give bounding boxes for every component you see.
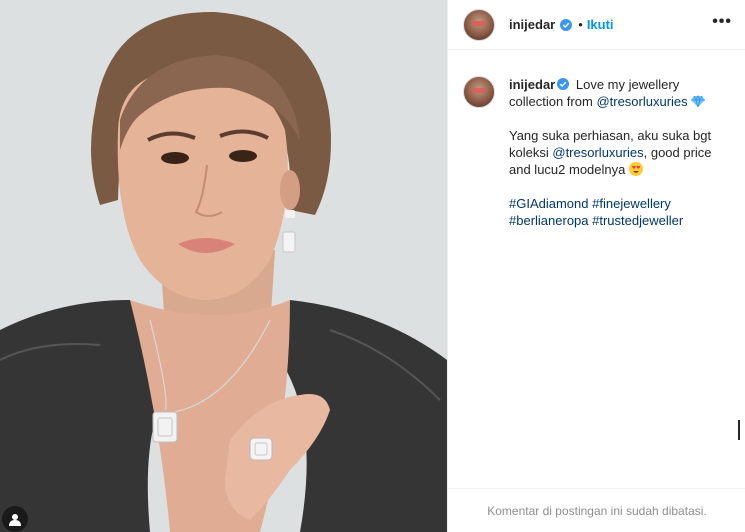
text-cursor	[738, 420, 740, 440]
mention-link[interactable]: @tresorluxuries	[552, 145, 643, 160]
caption-body: inijedar Love my jewellery collection fr…	[509, 76, 733, 246]
hashtag-link[interactable]: #berlianeropa	[509, 213, 589, 228]
hashtag-link[interactable]: #trustedjeweller	[592, 213, 683, 228]
header-separator: •	[578, 17, 583, 32]
hashtag-link[interactable]: #GIAdiamond	[509, 196, 589, 211]
gem-emoji-icon	[691, 95, 706, 108]
post-caption: inijedar Love my jewellery collection fr…	[463, 76, 733, 246]
caption-avatar[interactable]	[463, 76, 495, 108]
photo-badge[interactable]	[2, 506, 28, 532]
caption-hashtags: #GIAdiamond #finejewellery #berlianeropa…	[509, 195, 733, 229]
mention-link[interactable]: @tresorluxuries	[596, 94, 687, 109]
verified-badge-icon	[557, 78, 570, 90]
author-username[interactable]: inijedar	[509, 17, 555, 32]
comments-disabled-text: Komentar di postingan ini sudah dibatasi…	[487, 503, 707, 518]
more-options-icon[interactable]: •••	[712, 14, 732, 30]
post-photo[interactable]	[0, 0, 447, 532]
user-tag-icon	[9, 514, 21, 526]
author-avatar[interactable]	[463, 8, 495, 41]
post-header: inijedar • Ikuti •••	[448, 0, 745, 50]
caption-username[interactable]: inijedar	[509, 77, 555, 92]
caption-paragraph-2: Yang suka perhiasan, aku suka bgt koleks…	[509, 127, 733, 178]
portrait-illustration	[0, 0, 447, 532]
comments-footer: Komentar di postingan ini sudah dibatasi…	[448, 488, 745, 532]
verified-badge-icon	[560, 18, 573, 31]
post-sidebar: inijedar • Ikuti ••• inijedar Love my je…	[447, 0, 745, 532]
hashtag-link[interactable]: #finejewellery	[592, 196, 671, 211]
caption-paragraph-1: inijedar Love my jewellery collection fr…	[509, 76, 733, 110]
follow-button[interactable]: Ikuti	[587, 17, 614, 32]
heart-eyes-emoji-icon	[628, 162, 643, 176]
